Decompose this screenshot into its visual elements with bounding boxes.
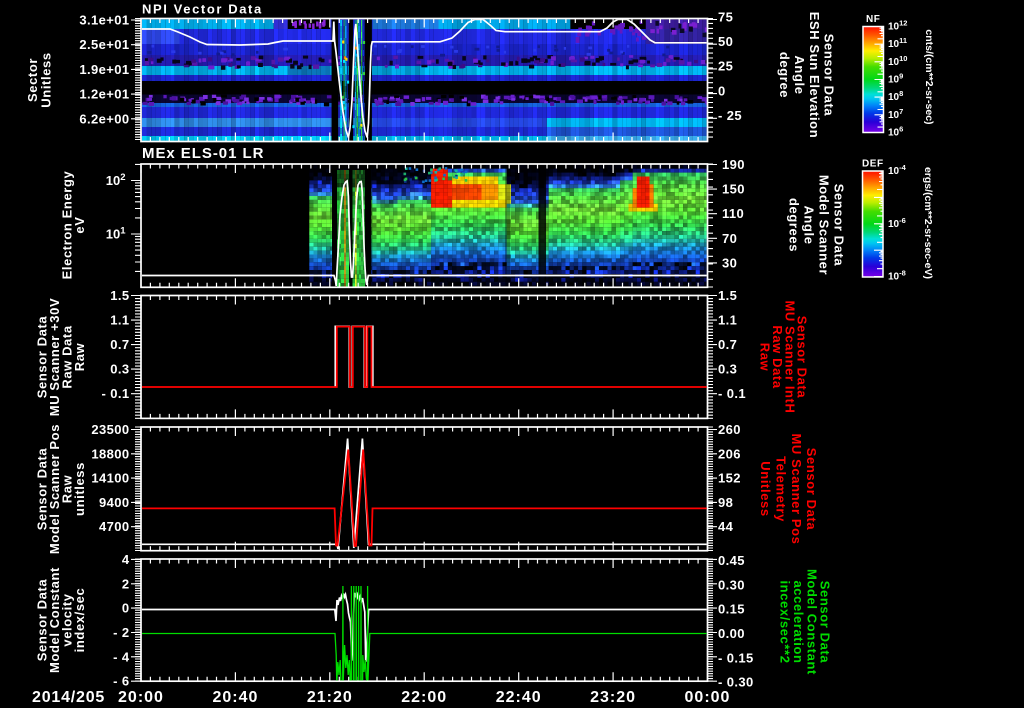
svg-text:ESH Sun Elevation: ESH Sun Elevation — [807, 12, 822, 139]
svg-text:2.5e+01: 2.5e+01 — [79, 37, 129, 52]
svg-text:0: 0 — [122, 601, 130, 616]
svg-text:20:00: 20:00 — [118, 689, 164, 706]
svg-text:6.2e+00: 6.2e+00 — [79, 111, 129, 126]
svg-text:2: 2 — [122, 576, 130, 591]
svg-text:190: 190 — [722, 157, 745, 172]
svg-text:98: 98 — [718, 495, 733, 510]
svg-text:NPI Vector Data: NPI Vector Data — [142, 2, 263, 17]
svg-text:Telemetry: Telemetry — [773, 456, 788, 522]
svg-text:Sensor Data: Sensor Data — [804, 448, 819, 531]
svg-text:unitless: unitless — [72, 462, 87, 516]
svg-text:21:20: 21:20 — [307, 689, 353, 706]
svg-text:50: 50 — [718, 34, 733, 49]
svg-text:- 4: - 4 — [113, 649, 130, 664]
svg-text:- 2: - 2 — [113, 625, 129, 640]
svg-text:0: 0 — [718, 83, 726, 98]
svg-text:0.3: 0.3 — [110, 362, 129, 377]
svg-text:14100: 14100 — [91, 471, 129, 486]
svg-text:degrees: degrees — [787, 198, 802, 252]
svg-text:- 25: - 25 — [718, 108, 742, 123]
svg-text:Unitless: Unitless — [758, 461, 773, 516]
svg-text:18800: 18800 — [91, 446, 129, 461]
svg-text:- 6: - 6 — [113, 674, 129, 689]
svg-text:4700: 4700 — [99, 519, 130, 534]
svg-text:Angle: Angle — [792, 55, 807, 94]
svg-text:MU Scanner Pos: MU Scanner Pos — [789, 434, 804, 545]
svg-text:incex/sec**2: incex/sec**2 — [778, 580, 793, 663]
svg-text:0.7: 0.7 — [110, 337, 129, 352]
svg-text:70: 70 — [722, 231, 737, 246]
svg-text:00:00: 00:00 — [685, 689, 731, 706]
svg-text:75: 75 — [718, 9, 733, 24]
svg-text:4: 4 — [122, 552, 130, 567]
svg-text:Raw: Raw — [72, 342, 87, 371]
svg-text:DEF: DEF — [862, 159, 884, 170]
svg-text:degree: degree — [777, 52, 792, 98]
svg-text:Unitless: Unitless — [38, 52, 53, 107]
svg-text:25: 25 — [718, 59, 733, 74]
svg-text:30: 30 — [722, 255, 737, 270]
svg-text:23:20: 23:20 — [590, 689, 636, 706]
svg-text:index/sec: index/sec — [72, 588, 87, 653]
svg-text:260: 260 — [718, 422, 741, 437]
svg-text:MEx ELS-01 LR: MEx ELS-01 LR — [142, 145, 264, 162]
svg-text:cnts/(cm**2-sr-sec): cnts/(cm**2-sr-sec) — [923, 29, 935, 124]
svg-text:9400: 9400 — [99, 495, 130, 510]
svg-text:152: 152 — [718, 471, 741, 486]
svg-text:1.1: 1.1 — [718, 313, 737, 328]
svg-text:1.1: 1.1 — [110, 313, 129, 328]
svg-text:1.2e+01: 1.2e+01 — [79, 87, 129, 102]
svg-text:23500: 23500 — [91, 422, 129, 437]
svg-text:- 0.30: - 0.30 — [718, 675, 754, 690]
svg-text:1.5: 1.5 — [110, 288, 129, 303]
svg-text:- 0.1: - 0.1 — [101, 386, 129, 401]
svg-text:Sensor Data: Sensor Data — [822, 34, 837, 117]
svg-text:1.5: 1.5 — [718, 288, 737, 303]
svg-text:- 0.1: - 0.1 — [718, 386, 746, 401]
svg-text:3.1e+01: 3.1e+01 — [79, 13, 129, 28]
svg-text:1.9e+01: 1.9e+01 — [79, 62, 129, 77]
svg-text:20:40: 20:40 — [212, 689, 258, 706]
svg-text:Raw: Raw — [758, 343, 773, 372]
svg-text:206: 206 — [718, 446, 741, 461]
svg-text:ergs/(cm**2-sr-sec-eV): ergs/(cm**2-sr-sec-eV) — [922, 167, 934, 279]
svg-text:Angle: Angle — [802, 205, 817, 244]
svg-text:NF: NF — [866, 14, 880, 25]
svg-text:110: 110 — [722, 206, 744, 221]
svg-text:44: 44 — [718, 519, 734, 534]
svg-text:0.15: 0.15 — [718, 602, 745, 617]
svg-text:22:40: 22:40 — [496, 689, 542, 706]
svg-text:0.00: 0.00 — [718, 626, 745, 641]
svg-text:0.30: 0.30 — [718, 577, 745, 592]
svg-text:2014/205: 2014/205 — [32, 689, 105, 706]
svg-text:Model Scanner: Model Scanner — [817, 175, 832, 275]
svg-text:0.45: 0.45 — [718, 553, 745, 568]
svg-text:0.3: 0.3 — [718, 362, 737, 377]
svg-text:Sensor Data: Sensor Data — [832, 184, 847, 267]
svg-text:150: 150 — [722, 182, 745, 197]
svg-text:- 0.15: - 0.15 — [718, 650, 754, 665]
svg-text:22:00: 22:00 — [401, 689, 447, 706]
svg-text:eV: eV — [72, 216, 87, 233]
svg-text:0.7: 0.7 — [718, 337, 737, 352]
